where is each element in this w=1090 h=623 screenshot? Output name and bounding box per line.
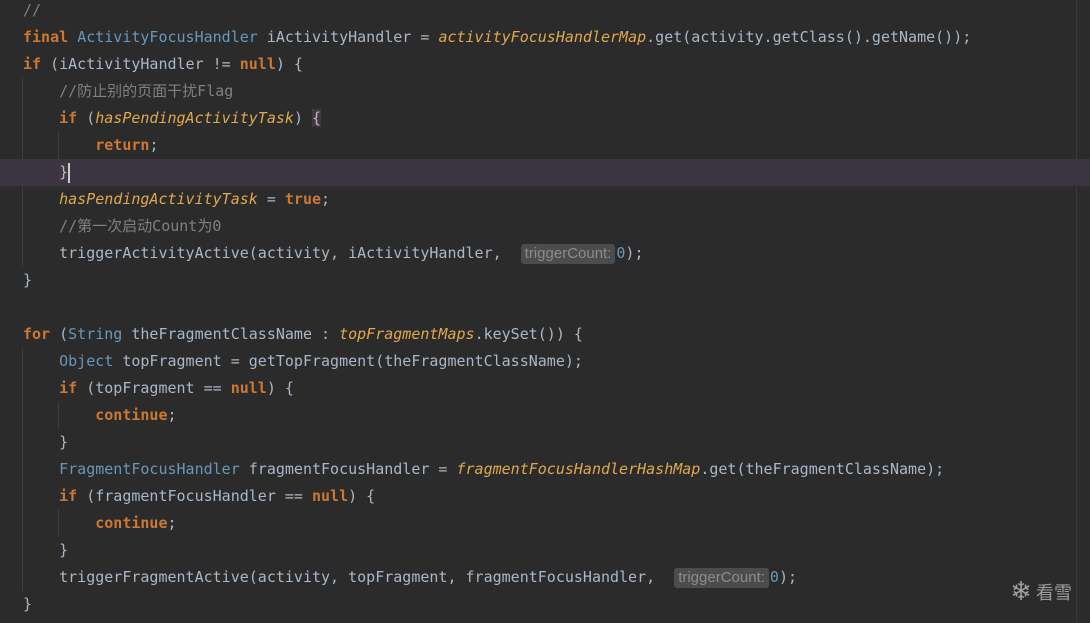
code-token: null (312, 487, 349, 505)
code-line[interactable]: hasPendingActivityTask = true; (0, 186, 1090, 213)
code-token: ( (86, 109, 96, 127)
code-token: 0 (769, 568, 779, 586)
code-token: fragmentFocusHandler = (239, 460, 457, 478)
code-token: .keySet()) { (474, 325, 583, 343)
code-line[interactable]: //第一次启动Count为0 (0, 213, 1090, 240)
code-line[interactable]: return; (0, 132, 1090, 159)
code-token: .get(theFragmentClassName); (700, 460, 945, 478)
code-line[interactable]: final ActivityFocusHandler iActivityHand… (0, 24, 1090, 51)
code-token: ) (293, 109, 312, 127)
matched-brace: { (312, 109, 322, 127)
code-line[interactable]: // (0, 0, 1090, 24)
code-token: String (68, 325, 123, 343)
code-line[interactable]: Object topFragment = getTopFragment(theF… (0, 348, 1090, 375)
code-line[interactable]: } (0, 267, 1090, 294)
code-token: iActivityHandler = (257, 28, 439, 46)
code-line[interactable]: } (0, 159, 1090, 186)
code-line[interactable]: if (hasPendingActivityTask) { (0, 105, 1090, 132)
code-line[interactable]: continue; (0, 510, 1090, 537)
code-line[interactable]: if (fragmentFocusHandler == null) { (0, 483, 1090, 510)
code-line[interactable]: } (0, 537, 1090, 564)
code-line[interactable]: if (iActivityHandler != null) { (0, 51, 1090, 78)
code-token: if (23, 109, 87, 127)
code-token: //防止别的页面干扰Flag (23, 82, 234, 100)
code-line[interactable]: triggerFragmentActive(activity, topFragm… (0, 564, 1090, 591)
code-token: if (23, 487, 87, 505)
code-token: triggerFragmentActive(activity, topFragm… (23, 568, 665, 586)
code-token: topFragmentMaps (339, 325, 475, 343)
code-token: activityFocusHandlerMap (438, 28, 647, 46)
code-token: (fragmentFocusHandler == (86, 487, 312, 505)
code-token: ) { (266, 379, 294, 397)
code-token: fragmentFocusHandlerHashMap (456, 460, 701, 478)
code-line[interactable]: //防止别的页面干扰Flag (0, 78, 1090, 105)
code-token: topFragment = getTopFragment(theFragment… (113, 352, 583, 370)
code-token: ) { (348, 487, 376, 505)
code-token: (iActivityHandler != (50, 55, 240, 73)
code-token: ; (321, 190, 331, 208)
code-editor[interactable]: // final ActivityFocusHandler iActivityHa… (0, 0, 1090, 623)
code-token: ( (59, 325, 69, 343)
code-line[interactable]: } (0, 429, 1090, 456)
code-token: } (23, 433, 69, 451)
snowflake-icon: ❄ (1010, 577, 1032, 607)
parameter-hint: triggerCount: (520, 244, 616, 264)
code-token: hasPendingActivityTask (59, 190, 258, 208)
code-token: if (23, 379, 87, 397)
code-token: triggerActivityActive(activity, iActivit… (23, 244, 511, 262)
matched-brace: } (59, 163, 69, 181)
code-token: continue (23, 406, 168, 424)
code-token: for (23, 325, 60, 343)
code-token: final (23, 28, 78, 46)
code-token: ) { (275, 55, 303, 73)
code-token: } (23, 541, 69, 559)
code-token: hasPendingActivityTask (95, 109, 294, 127)
parameter-hint: triggerCount: (674, 568, 769, 588)
code-line[interactable] (0, 294, 1090, 321)
code-token: //第一次启动Count为0 (23, 217, 222, 235)
code-line[interactable]: triggerActivityActive(activity, iActivit… (0, 240, 1090, 267)
code-token: ; (167, 514, 177, 532)
code-token: continue (23, 514, 168, 532)
code-token: } (23, 271, 33, 289)
code-line[interactable]: if (topFragment == null) { (0, 375, 1090, 402)
code-token: return (23, 136, 150, 154)
code-token: null (239, 55, 276, 73)
code-token: ); (778, 568, 797, 586)
code-token: ActivityFocusHandler (77, 28, 258, 46)
code-line[interactable]: continue; (0, 402, 1090, 429)
code-token: ; (167, 406, 177, 424)
code-token: } (23, 595, 33, 613)
code-token: FragmentFocusHandler (59, 460, 240, 478)
code-token: // (23, 1, 42, 19)
code-token: if (23, 55, 51, 73)
watermark: ❄ 看雪 (1010, 577, 1072, 607)
code-token: .get(activity.getClass().getName()); (646, 28, 972, 46)
code-token: (topFragment == (86, 379, 231, 397)
code-token: ); (625, 244, 644, 262)
code-token: ; (149, 136, 159, 154)
code-token: theFragmentClassName : (122, 325, 340, 343)
text-caret (68, 162, 71, 183)
code-line[interactable]: FragmentFocusHandler fragmentFocusHandle… (0, 456, 1090, 483)
code-token: = (257, 190, 285, 208)
code-token: true (284, 190, 322, 208)
code-token: null (230, 379, 267, 397)
watermark-text: 看雪 (1036, 583, 1072, 604)
code-token: Object (59, 352, 114, 370)
code-line[interactable]: } (0, 591, 1090, 618)
code-line[interactable]: for (String theFragmentClassName : topFr… (0, 321, 1090, 348)
